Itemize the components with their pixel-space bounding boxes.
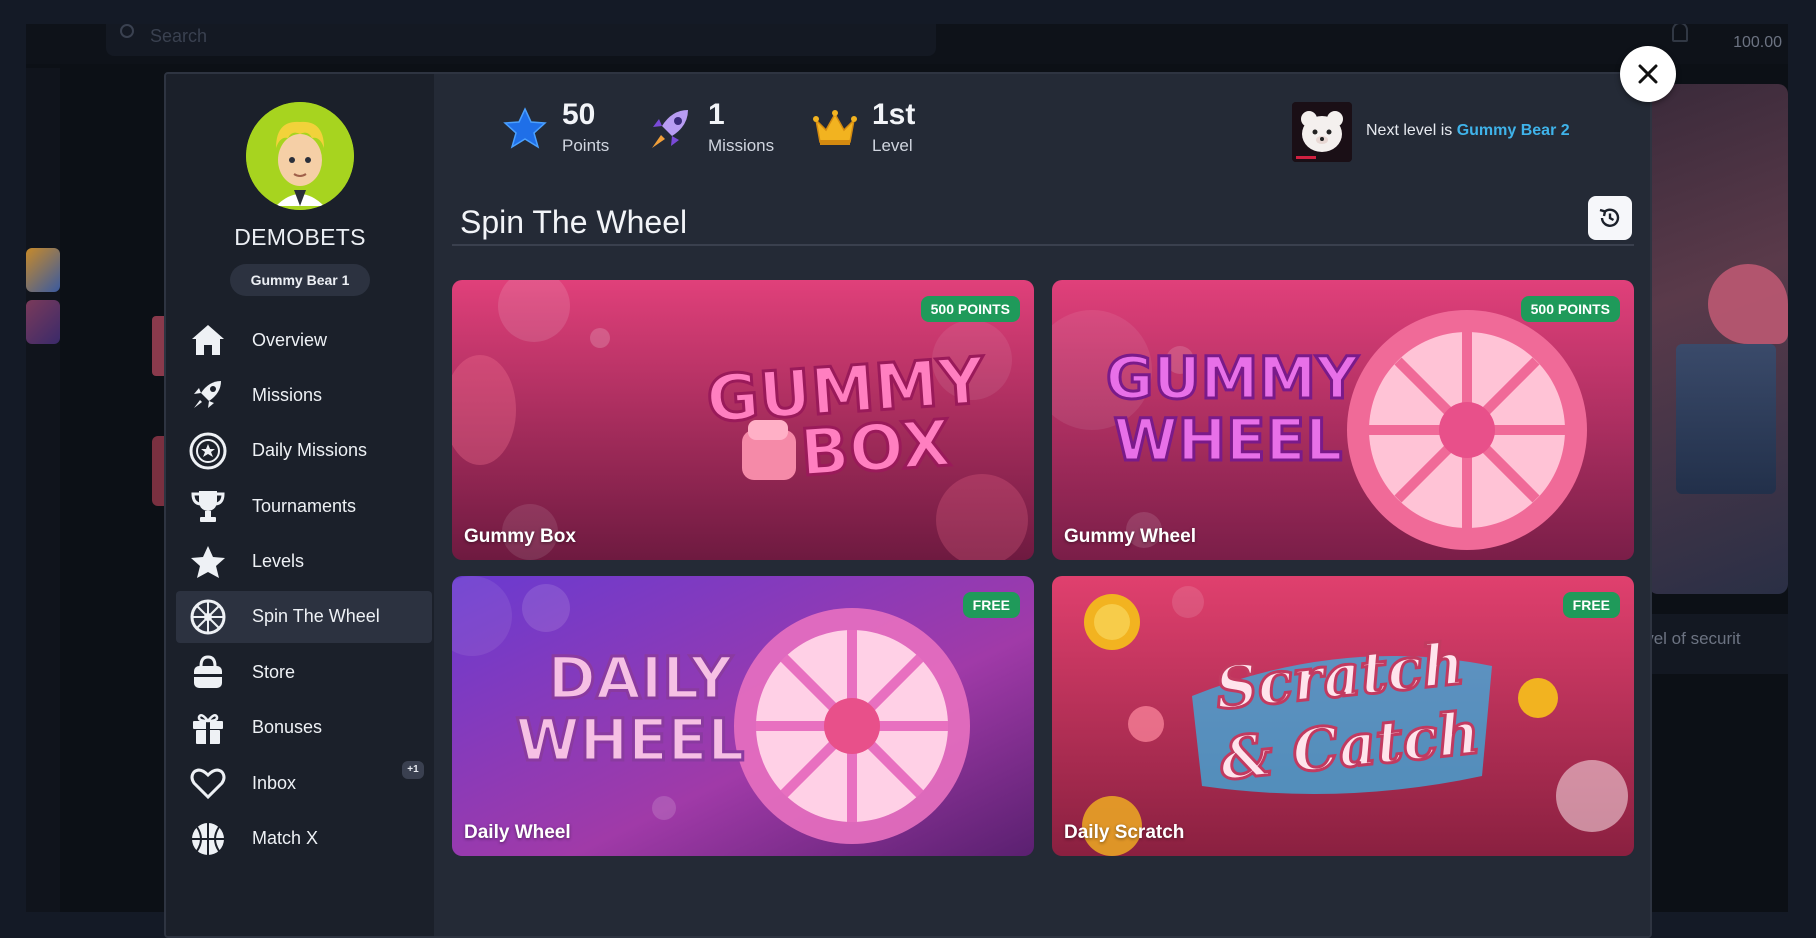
card-title: Gummy Wheel [1064,526,1196,547]
daily-wheel-artwork: DAILY WHEEL [452,576,1034,856]
rocket-icon [652,110,688,148]
nav-item-daily-missions[interactable]: Daily Missions [176,425,432,477]
wheel-art [1347,310,1587,550]
nav-label: Store [252,661,296,682]
art-title-line-1: GUMMY [1106,344,1359,412]
page-title: Spin The Wheel [460,204,688,240]
background-promo-banner [1648,84,1788,594]
level-value: 1st [872,98,916,131]
home-icon [188,322,228,358]
next-level-text: Next level is Gummy Bear 2 [1366,122,1570,140]
wheel-icon [188,599,228,635]
gummy-wheel-artwork: GUMMY WHEEL [1052,280,1634,560]
gummy-box-artwork: GUMMY BOX [452,280,1034,560]
background-thumbnail [26,248,60,292]
art-title-line-2: BOX [798,407,953,491]
wheel-art [734,608,970,844]
nav-item-store[interactable]: Store [176,646,432,698]
nav-label: Missions [252,384,323,405]
cost-badge: 500 POINTS [1520,296,1620,322]
gift-ribbon-art [1708,264,1788,344]
cost-badge: 500 POINTS [920,296,1020,322]
blue-star-icon [503,107,547,149]
background-search-placeholder: Search [150,26,208,46]
avatar[interactable] [246,102,354,210]
bear-icon [1292,102,1352,162]
history-button[interactable] [1588,196,1632,240]
nav-label: Levels [252,551,305,572]
search-icon [120,24,134,38]
missions-label: Missions [708,136,775,155]
art-title-line-2: WHEEL [516,706,745,774]
inbox-count-badge: +1 [402,761,424,780]
title-divider [452,244,1634,246]
points-label: Points [562,136,610,155]
nav-item-missions[interactable]: Missions [176,369,432,421]
username: DEMOBETS [234,224,366,250]
nav-label: Daily Missions [252,440,368,461]
game-card-gummy-wheel[interactable]: GUMMY WHEEL 500 POINTS Gummy Wheel [1052,280,1634,560]
nav-label: Spin The Wheel [252,606,380,627]
background-balance: 100.00 [1733,34,1782,51]
next-level-link[interactable]: Gummy Bear 2 [1457,122,1570,139]
art-title-line-1: DAILY [548,644,734,712]
bell-icon [1672,24,1688,42]
rewards-main: 50 Points 1 Missions 1st Level Next leve… [434,74,1650,936]
nav-item-overview[interactable]: Overview [176,314,432,366]
game-card-daily-wheel[interactable]: DAILY WHEEL FREE Daily Wheel [452,576,1034,856]
nav-item-inbox[interactable]: Inbox +1 [176,757,432,809]
next-level-thumbnail [1292,102,1352,162]
cost-badge: FREE [962,592,1020,618]
nav-item-match-x[interactable]: Match X [176,813,432,865]
gift-box-art [1676,344,1776,494]
missions-value: 1 [708,98,725,131]
nav-item-levels[interactable]: Levels [176,536,432,588]
card-title: Daily Wheel [464,822,571,843]
level-label: Level [872,136,913,155]
trophy-icon [188,488,228,524]
card-title: Gummy Box [464,526,576,547]
next-level-prefix: Next level is [1366,122,1457,139]
game-card-gummy-box[interactable]: GUMMY BOX 500 POINTS Gummy Box [452,280,1034,560]
heart-icon [188,765,228,801]
nav-label: Overview [252,329,328,350]
gift-icon [188,710,228,746]
background-left-rail [26,68,60,912]
cost-badge: FREE [1562,592,1620,618]
rewards-nav: Overview Missions Daily Missions Tournam… [176,314,432,868]
star-icon [188,544,228,580]
background-search-input: Search [106,24,936,56]
nav-item-tournaments[interactable]: Tournaments [176,480,432,532]
shopping-bag-icon [188,654,228,690]
nav-label: Match X [252,828,319,849]
crown-icon [813,110,857,145]
close-button[interactable] [1620,46,1676,102]
gummy-cube-art [742,420,796,480]
avatar-illustration [246,102,354,210]
nav-label: Inbox [252,772,297,793]
close-icon [1638,64,1658,84]
nav-label: Bonuses [252,717,323,738]
history-icon [1599,208,1620,227]
art-title-line-2: WHEEL [1114,406,1343,474]
nav-label: Tournaments [252,495,357,516]
points-value: 50 [562,98,596,131]
basketball-icon [188,821,228,857]
rocket-icon [188,377,228,413]
nav-item-bonuses[interactable]: Bonuses [176,702,432,754]
rewards-modal: DEMOBETS Gummy Bear 1 Overview Missions … [164,72,1652,938]
background-thumbnail [26,300,60,344]
star-badge-icon [188,432,228,470]
nav-item-spin-the-wheel[interactable]: Spin The Wheel [176,590,432,643]
rewards-sidebar: DEMOBETS Gummy Bear 1 Overview Missions … [166,74,434,936]
game-card-daily-scratch[interactable]: Scratch & Catch FREE Daily Scratch [1052,576,1634,856]
next-level-info: Next level is Gummy Bear 2 [1292,102,1592,164]
card-title: Daily Scratch [1064,822,1185,843]
scratch-and-catch-artwork: Scratch & Catch [1052,576,1634,856]
level-badge: Gummy Bear 1 [230,264,370,296]
